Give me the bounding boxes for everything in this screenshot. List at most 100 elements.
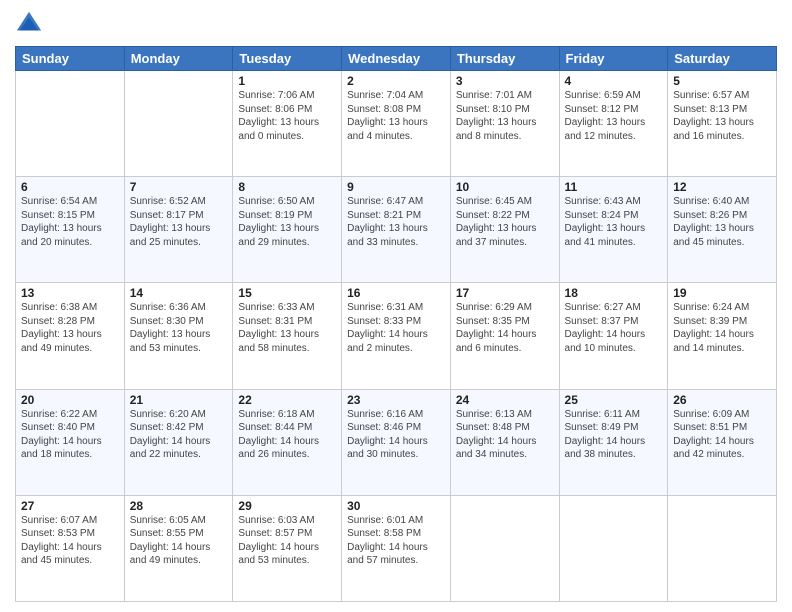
day-number: 13 [21, 286, 119, 300]
day-info: Sunrise: 6:27 AM Sunset: 8:37 PM Dayligh… [565, 301, 663, 355]
day-info: Sunrise: 6:54 AM Sunset: 8:15 PM Dayligh… [21, 195, 119, 249]
day-info: Sunrise: 6:05 AM Sunset: 8:55 PM Dayligh… [130, 514, 228, 568]
calendar-table: SundayMondayTuesdayWednesdayThursdayFrid… [15, 46, 777, 602]
day-number: 5 [673, 74, 771, 88]
calendar-cell: 19Sunrise: 6:24 AM Sunset: 8:39 PM Dayli… [668, 283, 777, 389]
day-info: Sunrise: 6:24 AM Sunset: 8:39 PM Dayligh… [673, 301, 771, 355]
calendar-cell: 23Sunrise: 6:16 AM Sunset: 8:46 PM Dayli… [342, 389, 451, 495]
day-info: Sunrise: 6:22 AM Sunset: 8:40 PM Dayligh… [21, 408, 119, 462]
calendar-cell: 11Sunrise: 6:43 AM Sunset: 8:24 PM Dayli… [559, 177, 668, 283]
day-info: Sunrise: 6:52 AM Sunset: 8:17 PM Dayligh… [130, 195, 228, 249]
day-info: Sunrise: 7:04 AM Sunset: 8:08 PM Dayligh… [347, 89, 445, 143]
calendar-header-tuesday: Tuesday [233, 47, 342, 71]
day-info: Sunrise: 7:01 AM Sunset: 8:10 PM Dayligh… [456, 89, 554, 143]
calendar-cell: 16Sunrise: 6:31 AM Sunset: 8:33 PM Dayli… [342, 283, 451, 389]
day-info: Sunrise: 6:16 AM Sunset: 8:46 PM Dayligh… [347, 408, 445, 462]
calendar-cell: 27Sunrise: 6:07 AM Sunset: 8:53 PM Dayli… [16, 495, 125, 601]
calendar-cell: 21Sunrise: 6:20 AM Sunset: 8:42 PM Dayli… [124, 389, 233, 495]
calendar-cell [668, 495, 777, 601]
day-number: 24 [456, 393, 554, 407]
day-number: 14 [130, 286, 228, 300]
calendar-week-row: 1Sunrise: 7:06 AM Sunset: 8:06 PM Daylig… [16, 71, 777, 177]
calendar-header-saturday: Saturday [668, 47, 777, 71]
day-number: 15 [238, 286, 336, 300]
calendar-cell: 25Sunrise: 6:11 AM Sunset: 8:49 PM Dayli… [559, 389, 668, 495]
calendar-cell: 29Sunrise: 6:03 AM Sunset: 8:57 PM Dayli… [233, 495, 342, 601]
day-info: Sunrise: 6:11 AM Sunset: 8:49 PM Dayligh… [565, 408, 663, 462]
day-number: 29 [238, 499, 336, 513]
calendar-week-row: 27Sunrise: 6:07 AM Sunset: 8:53 PM Dayli… [16, 495, 777, 601]
day-number: 23 [347, 393, 445, 407]
day-info: Sunrise: 6:09 AM Sunset: 8:51 PM Dayligh… [673, 408, 771, 462]
calendar-cell: 28Sunrise: 6:05 AM Sunset: 8:55 PM Dayli… [124, 495, 233, 601]
day-info: Sunrise: 6:13 AM Sunset: 8:48 PM Dayligh… [456, 408, 554, 462]
day-info: Sunrise: 6:50 AM Sunset: 8:19 PM Dayligh… [238, 195, 336, 249]
logo [15, 10, 47, 38]
calendar-cell: 1Sunrise: 7:06 AM Sunset: 8:06 PM Daylig… [233, 71, 342, 177]
calendar-cell: 5Sunrise: 6:57 AM Sunset: 8:13 PM Daylig… [668, 71, 777, 177]
day-info: Sunrise: 6:57 AM Sunset: 8:13 PM Dayligh… [673, 89, 771, 143]
calendar-cell: 15Sunrise: 6:33 AM Sunset: 8:31 PM Dayli… [233, 283, 342, 389]
day-info: Sunrise: 6:36 AM Sunset: 8:30 PM Dayligh… [130, 301, 228, 355]
day-info: Sunrise: 7:06 AM Sunset: 8:06 PM Dayligh… [238, 89, 336, 143]
day-number: 7 [130, 180, 228, 194]
day-info: Sunrise: 6:18 AM Sunset: 8:44 PM Dayligh… [238, 408, 336, 462]
calendar-cell: 2Sunrise: 7:04 AM Sunset: 8:08 PM Daylig… [342, 71, 451, 177]
day-number: 2 [347, 74, 445, 88]
day-number: 6 [21, 180, 119, 194]
day-number: 21 [130, 393, 228, 407]
day-number: 19 [673, 286, 771, 300]
calendar-cell [16, 71, 125, 177]
day-info: Sunrise: 6:47 AM Sunset: 8:21 PM Dayligh… [347, 195, 445, 249]
day-number: 16 [347, 286, 445, 300]
day-number: 25 [565, 393, 663, 407]
page: SundayMondayTuesdayWednesdayThursdayFrid… [0, 0, 792, 612]
day-number: 17 [456, 286, 554, 300]
calendar-cell: 12Sunrise: 6:40 AM Sunset: 8:26 PM Dayli… [668, 177, 777, 283]
day-number: 9 [347, 180, 445, 194]
day-number: 20 [21, 393, 119, 407]
day-number: 3 [456, 74, 554, 88]
day-number: 30 [347, 499, 445, 513]
calendar-header-wednesday: Wednesday [342, 47, 451, 71]
day-number: 22 [238, 393, 336, 407]
day-number: 12 [673, 180, 771, 194]
day-number: 4 [565, 74, 663, 88]
day-info: Sunrise: 6:29 AM Sunset: 8:35 PM Dayligh… [456, 301, 554, 355]
day-info: Sunrise: 6:03 AM Sunset: 8:57 PM Dayligh… [238, 514, 336, 568]
day-info: Sunrise: 6:45 AM Sunset: 8:22 PM Dayligh… [456, 195, 554, 249]
calendar-week-row: 13Sunrise: 6:38 AM Sunset: 8:28 PM Dayli… [16, 283, 777, 389]
calendar-cell: 4Sunrise: 6:59 AM Sunset: 8:12 PM Daylig… [559, 71, 668, 177]
calendar-cell: 10Sunrise: 6:45 AM Sunset: 8:22 PM Dayli… [450, 177, 559, 283]
calendar-cell: 13Sunrise: 6:38 AM Sunset: 8:28 PM Dayli… [16, 283, 125, 389]
day-info: Sunrise: 6:07 AM Sunset: 8:53 PM Dayligh… [21, 514, 119, 568]
day-info: Sunrise: 6:59 AM Sunset: 8:12 PM Dayligh… [565, 89, 663, 143]
logo-icon [15, 10, 43, 38]
day-number: 11 [565, 180, 663, 194]
header [15, 10, 777, 38]
day-info: Sunrise: 6:33 AM Sunset: 8:31 PM Dayligh… [238, 301, 336, 355]
calendar-cell [450, 495, 559, 601]
day-number: 10 [456, 180, 554, 194]
calendar-cell: 26Sunrise: 6:09 AM Sunset: 8:51 PM Dayli… [668, 389, 777, 495]
day-info: Sunrise: 6:38 AM Sunset: 8:28 PM Dayligh… [21, 301, 119, 355]
calendar-header-sunday: Sunday [16, 47, 125, 71]
calendar-cell [124, 71, 233, 177]
calendar-cell: 9Sunrise: 6:47 AM Sunset: 8:21 PM Daylig… [342, 177, 451, 283]
calendar-cell: 3Sunrise: 7:01 AM Sunset: 8:10 PM Daylig… [450, 71, 559, 177]
calendar-cell: 8Sunrise: 6:50 AM Sunset: 8:19 PM Daylig… [233, 177, 342, 283]
day-number: 27 [21, 499, 119, 513]
day-number: 26 [673, 393, 771, 407]
calendar-header-thursday: Thursday [450, 47, 559, 71]
day-info: Sunrise: 6:01 AM Sunset: 8:58 PM Dayligh… [347, 514, 445, 568]
calendar-cell: 22Sunrise: 6:18 AM Sunset: 8:44 PM Dayli… [233, 389, 342, 495]
day-number: 18 [565, 286, 663, 300]
day-number: 1 [238, 74, 336, 88]
calendar-cell [559, 495, 668, 601]
calendar-week-row: 6Sunrise: 6:54 AM Sunset: 8:15 PM Daylig… [16, 177, 777, 283]
calendar-week-row: 20Sunrise: 6:22 AM Sunset: 8:40 PM Dayli… [16, 389, 777, 495]
calendar-header-monday: Monday [124, 47, 233, 71]
day-number: 28 [130, 499, 228, 513]
day-info: Sunrise: 6:43 AM Sunset: 8:24 PM Dayligh… [565, 195, 663, 249]
day-info: Sunrise: 6:40 AM Sunset: 8:26 PM Dayligh… [673, 195, 771, 249]
